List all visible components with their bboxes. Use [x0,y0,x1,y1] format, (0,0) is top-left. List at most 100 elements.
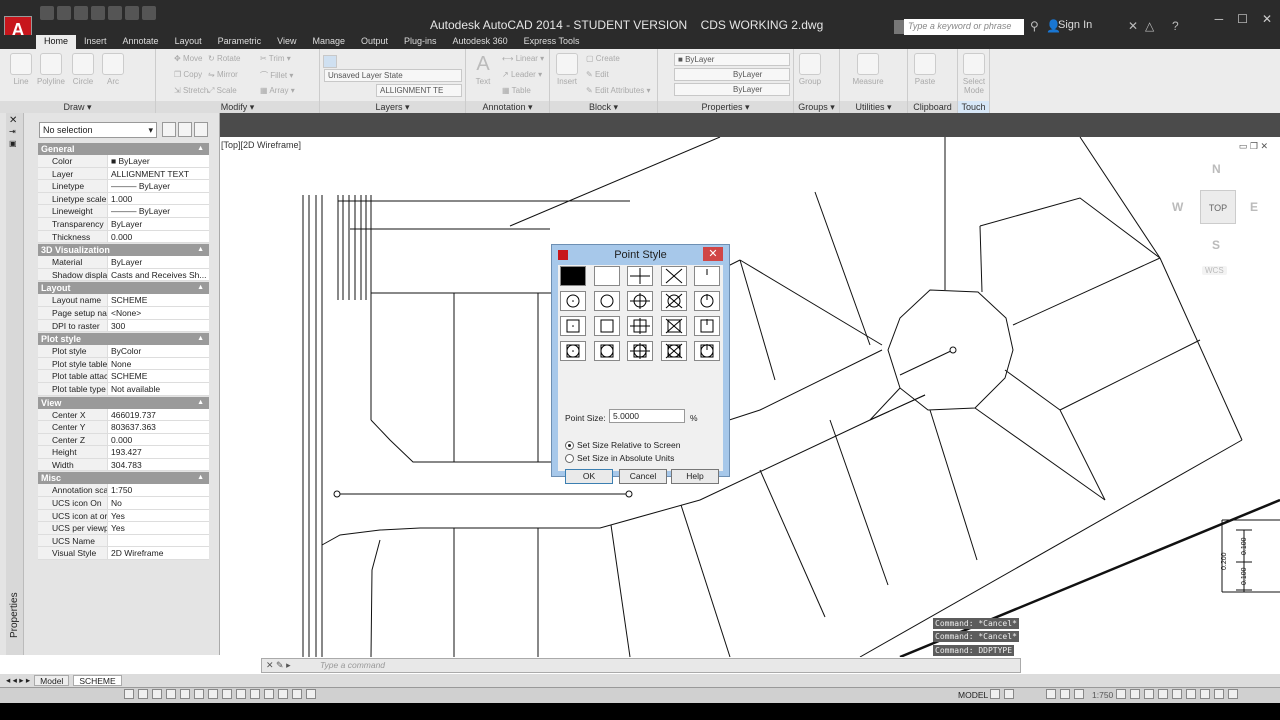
close-palette-icon[interactable]: ✕ [9,115,17,126]
lineweight-dropdown[interactable]: ByLayer [674,83,790,96]
point-style-option[interactable] [593,291,620,311]
text-tool[interactable]: A Text [468,53,498,86]
otrack-icon[interactable] [222,689,232,699]
property-row[interactable]: Linetype scale 1.000 [38,192,209,206]
collapse-icon[interactable]: ▲ [197,282,204,294]
property-row[interactable]: Layer ALLIGNMENT TEXT [38,167,209,181]
collapse-icon[interactable]: ▲ [197,397,204,409]
quick-select-icon[interactable] [194,122,208,137]
point-style-option[interactable] [660,291,687,311]
point-style-option[interactable] [694,316,720,336]
infer-constraints-icon[interactable] [124,689,134,699]
point-style-option[interactable] [694,266,720,286]
drawing-canvas[interactable]: 0.200 0.100 0.100 [220,137,1280,657]
point-style-option[interactable] [660,316,687,336]
property-value[interactable]: 193.427 [108,446,209,458]
restore-viewport-icon[interactable]: ❐ [1250,141,1258,151]
layer-dropdown[interactable]: ALLIGNMENT TE [376,84,462,97]
fillet-button[interactable]: ⌒ Fillet ▾ [260,70,293,81]
lineweight-icon[interactable] [264,689,274,699]
property-row[interactable]: Plot style ByColor [38,345,209,358]
grid-icon[interactable] [152,689,162,699]
radio-absolute-row[interactable]: Set Size in Absolute Units [565,453,674,463]
section-header[interactable]: General ▲ [38,143,209,155]
trim-button[interactable]: ✂ Trim ▾ [260,54,291,63]
south-label[interactable]: S [1212,238,1220,252]
modify-panel-label[interactable]: Modify ▾ [156,101,319,113]
tab-express-tools[interactable]: Express Tools [516,35,588,49]
section-header[interactable]: View ▲ [38,396,209,409]
point-style-option[interactable] [627,291,653,311]
ortho-icon[interactable] [166,689,176,699]
color-dropdown[interactable]: ■ ByLayer [674,53,790,66]
property-value[interactable]: ByColor [108,345,209,357]
point-style-option[interactable] [593,266,620,286]
snap-icon[interactable] [138,689,148,699]
hardware-acceleration-icon[interactable] [1172,689,1182,699]
select-mode-tool[interactable]: Select Mode [958,53,990,95]
point-style-option[interactable] [660,341,687,361]
edit-attributes-button[interactable]: ✎ Edit Attributes ▾ [586,86,651,95]
property-value[interactable]: Not available [108,383,209,395]
ducs-icon[interactable] [236,689,246,699]
help-button[interactable]: Help [671,469,719,484]
tab-model[interactable]: Model [34,675,70,686]
quick-view-drawings-icon[interactable] [1004,689,1014,699]
property-value[interactable] [108,535,209,547]
annotation-scale[interactable]: 1:750 [1092,690,1113,700]
north-label[interactable]: N [1212,162,1221,176]
line-tool[interactable]: Line [6,53,36,86]
property-value[interactable]: 2D Wireframe [108,547,209,559]
property-value[interactable]: ——— ByLayer [108,180,209,192]
polar-icon[interactable] [180,689,190,699]
exchange-icon[interactable]: ✕ [1128,19,1138,33]
east-label[interactable]: E [1250,200,1258,214]
dialog-close-button[interactable]: ✕ [703,247,723,261]
viewport-label[interactable]: [Top][2D Wireframe] [221,140,301,150]
selection-dropdown[interactable]: No selection ▾ [39,122,157,138]
point-style-option[interactable] [560,341,586,361]
toggle-pickadd-icon[interactable] [162,122,176,137]
property-value[interactable]: 300 [108,320,209,332]
point-style-option[interactable] [593,316,620,336]
property-value[interactable]: 1.000 [108,193,209,205]
arc-tool[interactable]: Arc [98,53,128,86]
open-icon[interactable] [57,6,71,20]
property-row[interactable]: UCS per viewportYes [38,522,209,535]
isolate-objects-icon[interactable] [1186,689,1196,699]
save-icon[interactable] [74,6,88,20]
workspace-icon[interactable] [1144,689,1154,699]
property-row[interactable]: Center Z 0.000 [38,433,209,447]
edit-block-button[interactable]: ✎ Edit [586,70,609,79]
property-value[interactable]: ByLayer [108,256,209,268]
tab-autodesk360[interactable]: Autodesk 360 [445,35,516,49]
property-value[interactable]: 304.783 [108,459,209,471]
paste-tool[interactable]: Paste [910,53,940,86]
groups-panel-label[interactable]: Groups ▾ [794,101,839,113]
property-row[interactable]: Width 304.783 [38,458,209,472]
maximize-viewport-icon[interactable] [1046,689,1056,699]
property-row[interactable]: UCS icon at originYes [38,509,209,523]
tab-parametric[interactable]: Parametric [210,35,270,49]
cube-top-face[interactable]: TOP [1200,190,1236,224]
property-row[interactable]: Plot style table None [38,357,209,371]
radio-relative[interactable] [565,440,574,450]
point-style-option[interactable] [627,266,653,286]
selection-cycling-icon[interactable] [306,689,316,699]
collapse-icon[interactable]: ▲ [197,472,204,484]
help-icon[interactable]: ? [1172,19,1179,33]
property-row[interactable]: DPI to raster 300 [38,319,209,333]
redo-icon[interactable] [142,6,156,20]
property-row[interactable]: Center X 466019.737 [38,408,209,422]
dyn-icon[interactable] [250,689,260,699]
auto-hide-icon[interactable]: ⇥ [9,127,16,136]
tab-manage[interactable]: Manage [304,35,353,49]
draw-panel-label[interactable]: Draw ▾ [0,101,155,113]
layers-panel-label[interactable]: Layers ▾ [320,101,465,113]
property-value[interactable]: ALLIGNMENT TEXT [108,168,209,180]
save-as-icon[interactable] [91,6,105,20]
select-objects-icon[interactable] [178,122,192,137]
collapse-icon[interactable]: ▲ [197,333,204,345]
leader-button[interactable]: ↗ Leader ▾ [502,70,542,79]
search-dropdown-icon[interactable] [894,20,904,34]
